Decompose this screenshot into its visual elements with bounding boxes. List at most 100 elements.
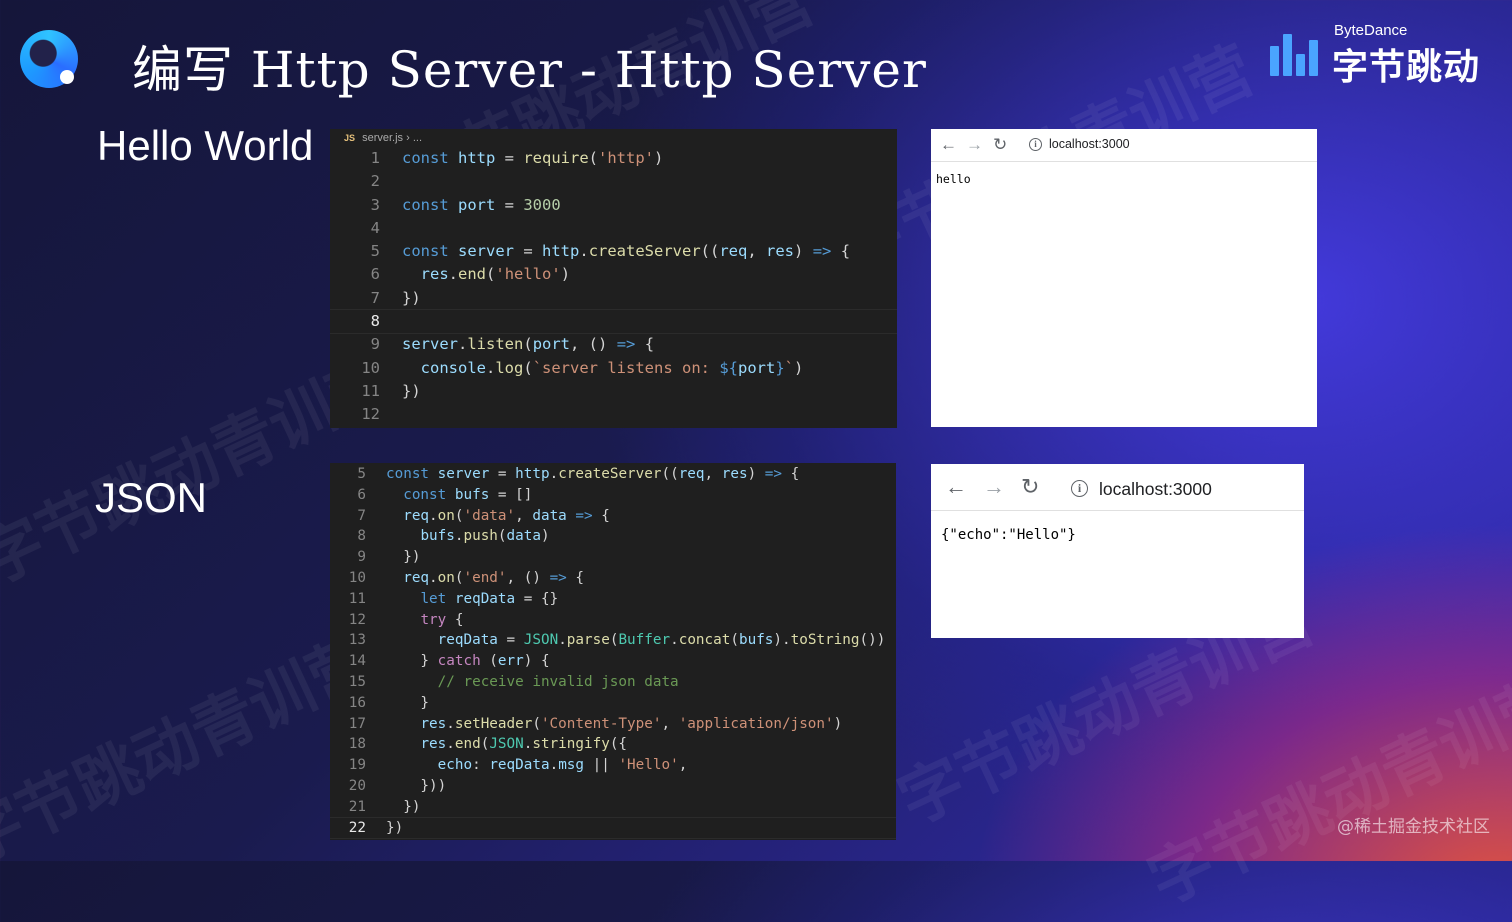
code-line[interactable]: 20 })) bbox=[330, 776, 896, 797]
code-line[interactable]: 10 req.on('end', () => { bbox=[330, 568, 896, 589]
page-title: 编写 Http Server - Http Server bbox=[132, 41, 927, 99]
code-text[interactable]: const bufs = [] bbox=[386, 487, 532, 503]
line-number: 7 bbox=[370, 288, 380, 307]
brand-name-cn: 字节跳动 bbox=[1332, 47, 1481, 88]
code-text[interactable]: res.setHeader('Content-Type', 'applicati… bbox=[386, 716, 842, 732]
address-bar[interactable]: localhost:3000 bbox=[1099, 479, 1212, 500]
arrow-right-icon[interactable]: → bbox=[966, 135, 983, 155]
code-text[interactable]: }) bbox=[402, 289, 421, 307]
code-line[interactable]: 5 const server = http.createServer((req, … bbox=[330, 464, 896, 485]
reload-icon[interactable]: ↻ bbox=[993, 135, 1007, 155]
code-text[interactable]: }) bbox=[386, 799, 420, 815]
breadcrumb[interactable]: JS server.js › ... bbox=[330, 129, 897, 147]
js-file-icon: JS bbox=[344, 133, 356, 143]
code-line[interactable]: 8 bbox=[330, 309, 897, 335]
code-text[interactable]: req.on('end', () => { bbox=[386, 570, 584, 586]
code-line[interactable]: 13 reqData = JSON.parse(Buffer.concat(bu… bbox=[330, 630, 896, 651]
code-line[interactable]: 5 const server = http.createServer((req, … bbox=[330, 240, 897, 263]
code-line[interactable]: 15 // receive invalid json data bbox=[330, 672, 896, 693]
code-lines[interactable]: 1 const http = require('http') 2 3 const por… bbox=[330, 147, 897, 427]
line-number: 13 bbox=[348, 632, 366, 649]
page-content: hello bbox=[936, 172, 971, 186]
line-number: 11 bbox=[361, 381, 380, 400]
browser-toolbar: ← → ↻ i localhost:3000 bbox=[931, 464, 1304, 511]
code-text[interactable]: const http = require('http') bbox=[402, 149, 663, 167]
code-line[interactable]: 10 console.log(`server listens on: ${por… bbox=[330, 357, 897, 380]
code-line[interactable]: 1 const http = require('http') bbox=[330, 147, 897, 170]
code-line[interactable]: 6 const bufs = [] bbox=[330, 485, 896, 506]
line-number: 11 bbox=[348, 590, 366, 607]
code-line[interactable]: 7 req.on('data', data => { bbox=[330, 506, 896, 527]
code-line[interactable]: 4 bbox=[330, 217, 897, 240]
code-line[interactable]: 9 server.listen(port, () => { bbox=[330, 333, 897, 356]
browser-toolbar: ← → ↻ i localhost:3000 bbox=[931, 129, 1317, 162]
code-line[interactable]: 6 res.end('hello') bbox=[330, 263, 897, 286]
code-editor-json[interactable]: 5 const server = http.createServer((req, … bbox=[330, 463, 896, 840]
breadcrumb-file[interactable]: server.js bbox=[362, 132, 403, 144]
line-number: 12 bbox=[361, 405, 380, 424]
code-text[interactable]: const port = 3000 bbox=[402, 196, 561, 214]
reload-icon[interactable]: ↻ bbox=[1021, 474, 1039, 500]
line-number: 15 bbox=[348, 673, 366, 690]
watermark: 字节跳动青训营 bbox=[1137, 663, 1512, 920]
arrow-left-icon[interactable]: ← bbox=[940, 135, 957, 155]
line-number: 14 bbox=[348, 653, 366, 670]
code-line[interactable]: 14 } catch (err) { bbox=[330, 651, 896, 672]
code-text[interactable]: })) bbox=[386, 778, 446, 794]
code-text[interactable]: const server = http.createServer((req, r… bbox=[402, 242, 850, 260]
code-line[interactable]: 12 try { bbox=[330, 610, 896, 631]
code-text[interactable]: const server = http.createServer((req, r… bbox=[386, 466, 799, 482]
breadcrumb-rest[interactable]: ... bbox=[413, 132, 422, 144]
code-line[interactable]: 16 } bbox=[330, 693, 896, 714]
info-icon[interactable]: i bbox=[1071, 480, 1088, 497]
code-line[interactable]: 21 }) bbox=[330, 797, 896, 818]
code-line[interactable]: 3 const port = 3000 bbox=[330, 194, 897, 217]
line-number: 8 bbox=[357, 528, 366, 545]
code-text[interactable]: res.end('hello') bbox=[402, 265, 570, 283]
code-text[interactable]: bufs.push(data) bbox=[386, 528, 549, 544]
info-icon[interactable]: i bbox=[1029, 138, 1042, 151]
line-number: 22 bbox=[348, 819, 366, 836]
code-text[interactable]: } catch (err) { bbox=[386, 653, 549, 669]
code-text[interactable]: res.end(JSON.stringify({ bbox=[386, 736, 627, 752]
line-number: 1 bbox=[370, 149, 380, 167]
section-label-json: JSON bbox=[95, 474, 208, 521]
code-lines[interactable]: 5 const server = http.createServer((req, … bbox=[330, 464, 896, 840]
code-text[interactable]: }) bbox=[402, 382, 421, 400]
code-line[interactable]: 2 bbox=[330, 170, 897, 193]
address-bar[interactable]: localhost:3000 bbox=[1049, 137, 1130, 151]
line-number: 18 bbox=[348, 736, 366, 753]
code-text[interactable]: echo: reqData.msg || 'Hello', bbox=[386, 757, 688, 773]
line-number: 4 bbox=[370, 218, 380, 237]
line-number: 2 bbox=[370, 172, 380, 191]
watermark: 字节跳动青训营 bbox=[0, 623, 386, 880]
code-line[interactable]: 7}) bbox=[330, 287, 897, 310]
chevron-right-icon: › bbox=[406, 132, 413, 144]
code-text[interactable]: server.listen(port, () => { bbox=[402, 335, 654, 353]
code-line[interactable]: 11 let reqData = {} bbox=[330, 589, 896, 610]
line-number: 8 bbox=[370, 312, 380, 331]
code-line[interactable]: 11}) bbox=[330, 380, 897, 403]
code-line[interactable]: 22}) bbox=[330, 816, 896, 840]
code-text[interactable]: console.log(`server listens on: ${port}`… bbox=[402, 359, 804, 377]
code-line[interactable]: 18 res.end(JSON.stringify({ bbox=[330, 734, 896, 755]
code-text[interactable]: } bbox=[386, 695, 429, 711]
line-number: 17 bbox=[348, 715, 366, 732]
line-number: 9 bbox=[370, 335, 380, 354]
code-line[interactable]: 17 res.setHeader('Content-Type', 'applic… bbox=[330, 714, 896, 735]
code-editor-hello-world[interactable]: JS server.js › ... 1 const http = require… bbox=[330, 129, 897, 428]
arrow-left-icon[interactable]: ← bbox=[945, 474, 967, 500]
code-text[interactable]: reqData = JSON.parse(Buffer.concat(bufs)… bbox=[386, 632, 886, 648]
code-line[interactable]: 8 bufs.push(data) bbox=[330, 526, 896, 547]
code-line[interactable]: 19 echo: reqData.msg || 'Hello', bbox=[330, 755, 896, 776]
code-text[interactable]: req.on('data', data => { bbox=[386, 508, 610, 524]
code-text[interactable]: try { bbox=[386, 612, 463, 628]
line-number: 12 bbox=[348, 611, 366, 628]
code-text[interactable]: }) bbox=[386, 820, 403, 836]
arrow-right-icon[interactable]: → bbox=[983, 474, 1005, 500]
code-line[interactable]: 9 }) bbox=[330, 547, 896, 568]
code-text[interactable]: // receive invalid json data bbox=[386, 674, 679, 690]
code-text[interactable]: }) bbox=[386, 549, 420, 565]
code-line[interactable]: 12 bbox=[330, 403, 897, 426]
code-text[interactable]: let reqData = {} bbox=[386, 591, 558, 607]
